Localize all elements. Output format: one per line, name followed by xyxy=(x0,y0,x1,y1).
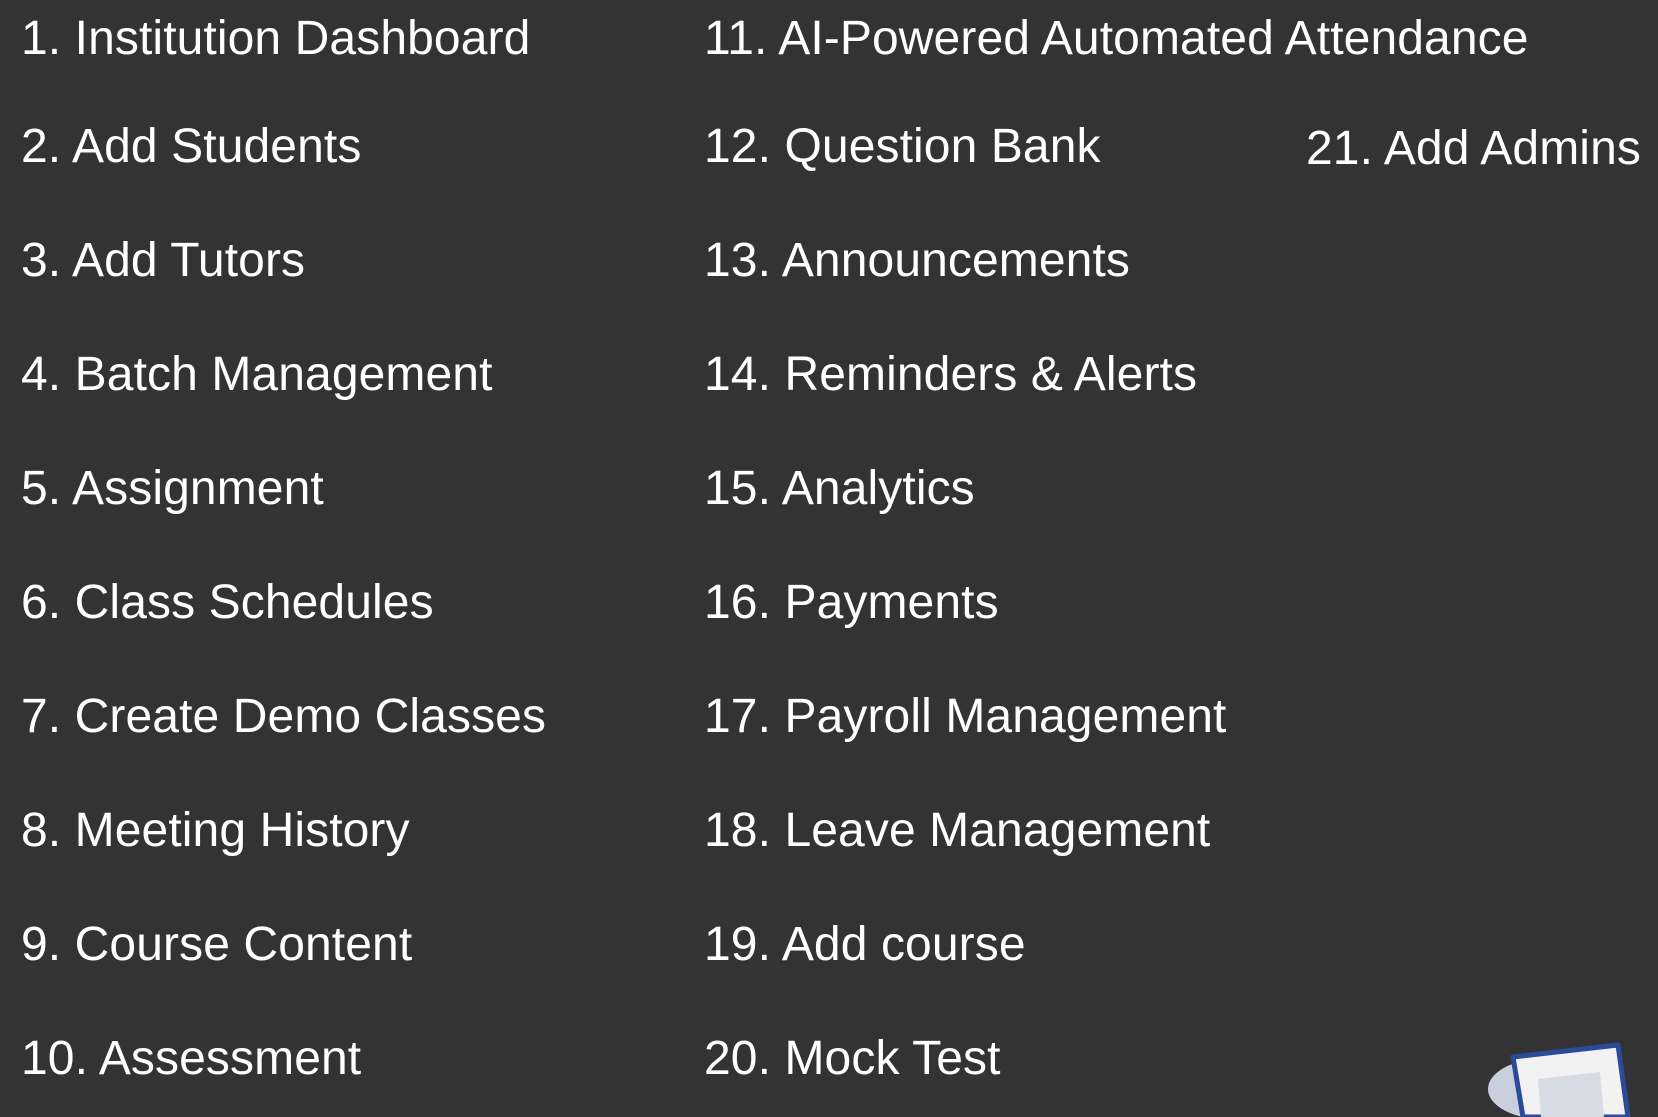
feature-item-mock-test: 20. Mock Test xyxy=(704,1031,1001,1085)
feature-item-create-demo-classes: 7. Create Demo Classes xyxy=(21,689,547,743)
feature-column-3: 21. Add Admins xyxy=(1306,114,1641,182)
feature-item-announcements: 13. Announcements xyxy=(704,233,1131,287)
feature-item-analytics: 15. Analytics xyxy=(704,461,975,515)
document-illustration-icon xyxy=(1488,1042,1631,1117)
feature-item-assessment: 10. Assessment xyxy=(21,1031,362,1085)
feature-item-meeting-history: 8. Meeting History xyxy=(21,803,410,857)
feature-item-leave-management: 18. Leave Management xyxy=(704,803,1211,857)
feature-item-institution-dashboard: 1. Institution Dashboard xyxy=(21,12,531,65)
document-panel xyxy=(1538,1072,1604,1117)
feature-item-payments: 16. Payments xyxy=(704,575,999,629)
feature-item-batch-management: 4. Batch Management xyxy=(21,347,493,401)
feature-item-reminders-alerts: 14. Reminders & Alerts xyxy=(704,347,1198,401)
feature-item-assignment: 5. Assignment xyxy=(21,461,324,515)
feature-column-1: 1. Institution Dashboard 2. Add Students… xyxy=(21,0,546,1092)
feature-item-add-course: 19. Add course xyxy=(704,917,1026,971)
feature-item-ai-attendance: 11. AI-Powered Automated Attendance xyxy=(704,12,1529,65)
feature-list-page: 1. Institution Dashboard 2. Add Students… xyxy=(0,0,1658,1117)
feature-item-course-content: 9. Course Content xyxy=(21,917,413,971)
feature-item-class-schedules: 6. Class Schedules xyxy=(21,575,434,629)
feature-item-add-tutors: 3. Add Tutors xyxy=(21,233,306,287)
feature-item-payroll-management: 17. Payroll Management xyxy=(704,689,1227,743)
feature-item-add-students: 2. Add Students xyxy=(21,119,362,173)
feature-item-add-admins: 21. Add Admins xyxy=(1306,121,1641,175)
